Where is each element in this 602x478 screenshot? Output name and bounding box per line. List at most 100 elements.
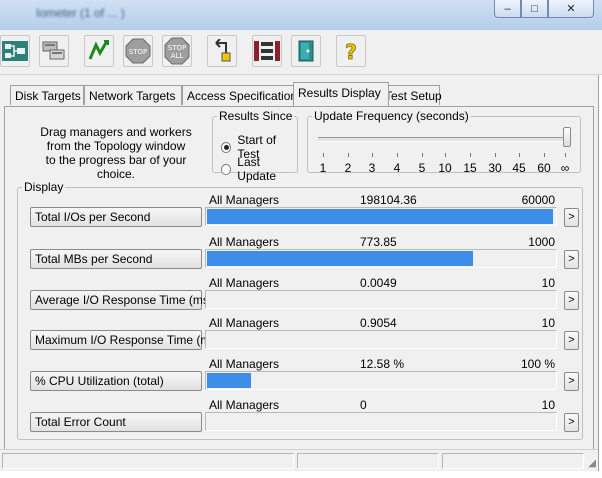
config-button[interactable] [39, 35, 69, 67]
metric-source: All Managers [209, 193, 280, 207]
metric-progress-bar[interactable] [205, 249, 557, 268]
instructions-text: Drag managers and workers from the Topol… [40, 125, 192, 181]
metric-expand-button[interactable]: > [564, 208, 579, 227]
metric-progress-bar[interactable] [205, 207, 557, 226]
resize-grip-icon[interactable]: ◢ [588, 458, 596, 469]
update-frequency-group: Update Frequency (seconds) 1 2 3 4 5 10 15 30 45… [307, 109, 581, 175]
results-since-legend: Results Since [219, 109, 293, 123]
stop-icon: STOP [125, 38, 151, 64]
metric-select-button[interactable]: % CPU Utilization (total) [30, 371, 202, 391]
slider-tick-label: 1 [319, 161, 327, 175]
close-button[interactable]: ✕ [548, 0, 594, 18]
svg-text:ALL: ALL [171, 52, 184, 60]
window-controls: – □ ✕ [494, 0, 594, 18]
metric-source: All Managers [209, 398, 280, 412]
metric-value: 12.58 % [360, 357, 405, 371]
metric-progress-bar[interactable] [205, 412, 557, 431]
update-frequency-slider-thumb[interactable] [563, 127, 571, 147]
slider-tick-label: 2 [344, 161, 352, 175]
stop-button[interactable]: STOP [123, 35, 153, 67]
metric-progress-fill [207, 373, 251, 388]
start-tests-icon [87, 39, 111, 63]
metric-select-button[interactable]: Total I/Os per Second [30, 207, 202, 227]
metric-expand-button[interactable]: > [564, 291, 579, 310]
help-icon: ? [340, 39, 362, 63]
metric-select-button[interactable]: Total Error Count [30, 412, 202, 432]
metric-select-button[interactable]: Maximum I/O Response Time (ms) [30, 330, 220, 350]
slider-tick-label: 4 [393, 161, 401, 175]
reset-workers-button[interactable] [207, 35, 237, 67]
metric-progress-bar[interactable] [205, 371, 557, 390]
start-tests-button[interactable] [84, 35, 114, 67]
slider-tick [323, 153, 324, 157]
status-bar: ◢ [0, 449, 598, 470]
reset-workers-icon [210, 39, 234, 63]
minimize-button[interactable]: – [494, 0, 521, 18]
metric-header: All Managers 0 10 [205, 398, 555, 412]
tab-test-setup[interactable]: Test Setup [380, 85, 442, 105]
slider-tick [397, 153, 398, 157]
metric-max: 10 [541, 276, 555, 290]
tab-access-specifications[interactable]: Access Specifications [182, 85, 303, 105]
toolbar: STOP STOP ALL ? [0, 30, 602, 75]
stop-all-icon-label: STOP [168, 44, 186, 52]
maximize-button[interactable]: □ [521, 0, 548, 18]
tab-network-targets[interactable]: Network Targets [84, 85, 182, 105]
slider-tick [495, 153, 496, 157]
help-button[interactable]: ? [336, 35, 366, 67]
client-area: Disk Targets Network Targets Access Spec… [0, 75, 599, 471]
slider-tick [372, 153, 373, 157]
metric-source: All Managers [209, 357, 280, 371]
metric-value: 773.85 [360, 235, 397, 249]
window-titlebar[interactable]: Iometer (1 of ... ) – □ ✕ [0, 0, 602, 30]
metric-select-button[interactable]: Average I/O Response Time (ms) [30, 290, 213, 310]
slider-tick-label: 60 [537, 161, 551, 175]
metric-select-button[interactable]: Total MBs per Second [30, 249, 202, 269]
metric-source: All Managers [209, 276, 280, 290]
slider-tick-label: 3 [368, 161, 376, 175]
stop-all-icon: STOP ALL [164, 37, 190, 65]
tab-disk-targets[interactable]: Disk Targets [10, 85, 84, 105]
metric-value: 198104.36 [360, 193, 417, 207]
metric-expand-button[interactable]: > [564, 331, 579, 350]
metric-progress-fill [207, 209, 553, 224]
metric-value: 0 [360, 398, 367, 412]
topology-button[interactable] [0, 35, 30, 67]
help-icon-glyph: ? [345, 40, 357, 63]
slider-tick [544, 153, 545, 157]
results-since-group: Results Since Start of Test Last Update [212, 109, 298, 183]
tab-results-display[interactable]: Results Display [293, 82, 389, 106]
metric-max: 60000 [521, 193, 555, 207]
slider-tick [348, 153, 349, 157]
metric-expand-button[interactable]: > [564, 372, 579, 391]
exit-button[interactable] [291, 35, 321, 67]
metric-expand-button[interactable]: > [564, 413, 579, 432]
metric-header: All Managers 773.85 1000 [205, 235, 555, 249]
start-of-test-radio[interactable] [221, 141, 232, 153]
slider-tick [445, 153, 446, 157]
new-worker-button[interactable] [252, 35, 282, 67]
metric-value: 0.9054 [360, 316, 397, 330]
metric-value: 0.0049 [360, 276, 397, 290]
display-legend: Display [24, 180, 64, 194]
slider-tick-label: 5 [418, 161, 426, 175]
slider-tick [565, 153, 566, 157]
metric-max: 100 % [520, 357, 555, 371]
metric-progress-bar[interactable] [205, 330, 557, 349]
update-frequency-slider[interactable] [318, 137, 570, 142]
metric-header: All Managers 12.58 % 100 % [205, 357, 555, 371]
metric-header: All Managers 0.0049 10 [205, 276, 555, 290]
metric-source: All Managers [209, 235, 280, 249]
last-update-radio[interactable] [221, 163, 232, 175]
stop-all-button[interactable]: STOP ALL [162, 35, 192, 67]
metric-max: 10 [541, 398, 555, 412]
status-panel-2 [297, 453, 439, 469]
metric-progress-bar[interactable] [205, 290, 557, 309]
last-update-option[interactable]: Last Update [221, 155, 297, 183]
metric-expand-button[interactable]: > [564, 250, 579, 269]
topology-icon [2, 39, 28, 63]
stop-icon-label: STOP [129, 48, 147, 56]
status-panel-1 [2, 453, 294, 469]
slider-tick-label: 30 [488, 161, 502, 175]
metric-progress-fill [207, 251, 473, 266]
